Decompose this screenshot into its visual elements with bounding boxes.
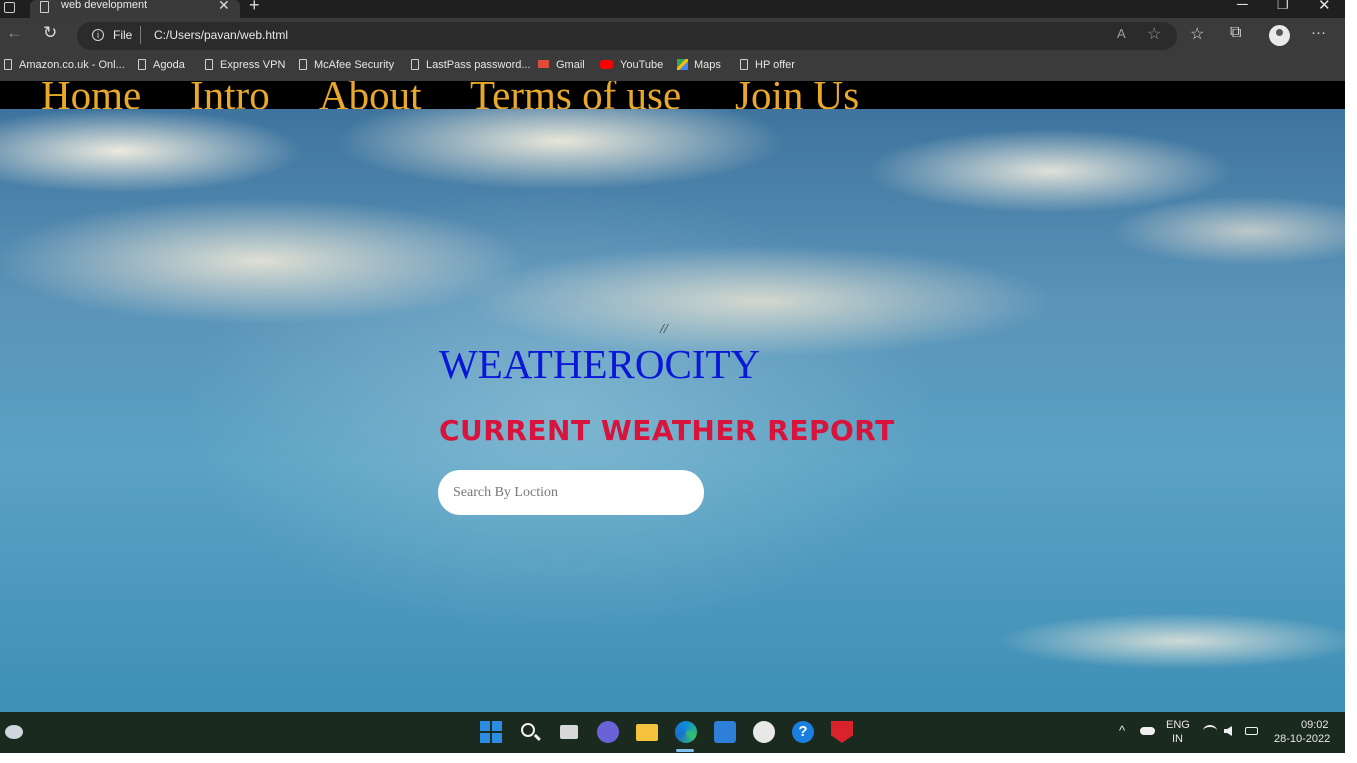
- web-page: Home Intro About Terms of use Join Us //…: [0, 81, 1345, 712]
- bookmarks-bar: Amazon.co.uk - Onl... Agoda Express VPN …: [0, 54, 1345, 81]
- battery-icon[interactable]: [1245, 727, 1258, 735]
- mcafee-icon[interactable]: [831, 721, 853, 743]
- profile-avatar[interactable]: [1269, 25, 1290, 46]
- onedrive-icon[interactable]: [1140, 727, 1155, 735]
- youtube-icon: [600, 60, 613, 69]
- browser-window: web development ✕ + ─ ❐ ✕ ← ↻ i File C:/…: [0, 0, 1345, 753]
- collections-icon[interactable]: ⧉: [1230, 24, 1241, 42]
- chat-icon[interactable]: [597, 721, 619, 743]
- url-text[interactable]: C:/Users/pavan/web.html: [154, 28, 288, 42]
- bookmark-label: Gmail: [556, 59, 585, 71]
- maps-icon: [677, 59, 688, 70]
- nav-join-us[interactable]: Join Us: [735, 81, 859, 109]
- language-code[interactable]: ENG: [1166, 719, 1190, 731]
- site-nav: Home Intro About Terms of use Join Us: [0, 81, 1345, 109]
- active-app-indicator: [676, 749, 694, 752]
- store-icon[interactable]: [714, 721, 736, 743]
- close-window-button[interactable]: ✕: [1318, 0, 1331, 14]
- page-icon: [411, 59, 419, 70]
- address-divider: [140, 26, 141, 44]
- site-info-icon[interactable]: i: [92, 29, 104, 41]
- bookmark-maps[interactable]: Maps: [677, 59, 721, 71]
- page-icon: [138, 59, 146, 70]
- page-icon: [40, 1, 49, 13]
- bookmark-express-vpn[interactable]: Express VPN: [205, 59, 285, 71]
- location-search-input[interactable]: [438, 470, 704, 515]
- nav-intro[interactable]: Intro: [190, 81, 270, 109]
- weather-widget-icon[interactable]: [5, 725, 23, 739]
- volume-icon[interactable]: [1224, 726, 1232, 736]
- bookmark-amazon[interactable]: Amazon.co.uk - Onl...: [4, 59, 125, 71]
- scheme-label: File: [113, 28, 133, 42]
- bookmark-youtube[interactable]: YouTube: [600, 59, 663, 71]
- browser-toolbar: ← ↻ i File C:/Users/pavan/web.html A ☆ ☆…: [0, 18, 1345, 54]
- task-view-icon[interactable]: [560, 725, 578, 739]
- nav-home[interactable]: Home: [41, 81, 141, 109]
- gmail-icon: [538, 60, 549, 68]
- bookmark-mcafee[interactable]: McAfee Security: [299, 59, 394, 71]
- tab-strip: web development ✕ + ─ ❐ ✕: [0, 0, 1345, 18]
- back-icon[interactable]: ←: [6, 23, 23, 43]
- nav-terms-of-use[interactable]: Terms of use: [470, 81, 681, 109]
- tab-title: web development: [61, 0, 148, 11]
- bookmark-gmail[interactable]: Gmail: [538, 59, 585, 71]
- bookmark-label: Maps: [694, 59, 721, 71]
- bookmark-label: Express VPN: [220, 59, 286, 71]
- bookmark-label: McAfee Security: [314, 59, 395, 71]
- bookmark-label: LastPass password...: [426, 59, 531, 71]
- read-aloud-icon[interactable]: A: [1117, 26, 1126, 41]
- stray-text: //: [660, 322, 668, 337]
- page-icon: [299, 59, 307, 70]
- start-icon[interactable]: [480, 721, 502, 743]
- page-icon: [740, 59, 748, 70]
- add-favorite-icon[interactable]: ☆: [1147, 24, 1161, 44]
- bookmark-label: HP offer: [755, 59, 795, 71]
- clock-time[interactable]: 09:02: [1301, 719, 1329, 731]
- address-bar[interactable]: i File C:/Users/pavan/web.html A ☆: [77, 22, 1177, 50]
- taskbar: ? ^ ENG IN 09:02 28-10-2022: [0, 712, 1345, 753]
- file-explorer-icon[interactable]: [636, 724, 658, 741]
- restore-button[interactable]: ❐: [1277, 0, 1289, 13]
- nav-about[interactable]: About: [319, 81, 422, 109]
- more-menu-icon[interactable]: ···: [1311, 24, 1326, 41]
- minimize-button[interactable]: ─: [1237, 0, 1248, 13]
- bookmark-label: Amazon.co.uk - Onl...: [19, 59, 125, 71]
- site-brand: WEATHEROCITY: [439, 341, 761, 387]
- favorites-icon[interactable]: ☆: [1190, 24, 1204, 44]
- language-region[interactable]: IN: [1172, 733, 1183, 745]
- wifi-icon[interactable]: [1203, 725, 1217, 737]
- search-icon[interactable]: [521, 723, 535, 737]
- app-icon[interactable]: [753, 721, 775, 743]
- clock-date[interactable]: 28-10-2022: [1274, 733, 1330, 745]
- edge-icon[interactable]: [675, 721, 697, 743]
- tray-overflow-icon[interactable]: ^: [1119, 723, 1125, 738]
- tab-web-development[interactable]: web development ✕: [30, 0, 240, 18]
- tab-actions-icon[interactable]: [4, 2, 15, 13]
- refresh-icon[interactable]: ↻: [43, 23, 57, 43]
- bookmark-label: Agoda: [153, 59, 185, 71]
- page-icon: [205, 59, 213, 70]
- close-tab-icon[interactable]: ✕: [218, 0, 230, 14]
- bookmark-hp-offer[interactable]: HP offer: [740, 59, 795, 71]
- new-tab-button[interactable]: +: [249, 0, 260, 16]
- bookmark-agoda[interactable]: Agoda: [138, 59, 185, 71]
- page-heading: CURRENT WEATHER REPORT: [439, 414, 895, 447]
- help-icon[interactable]: ?: [792, 721, 814, 743]
- page-icon: [4, 59, 12, 70]
- bookmark-lastpass[interactable]: LastPass password...: [411, 59, 531, 71]
- bookmark-label: YouTube: [620, 59, 664, 71]
